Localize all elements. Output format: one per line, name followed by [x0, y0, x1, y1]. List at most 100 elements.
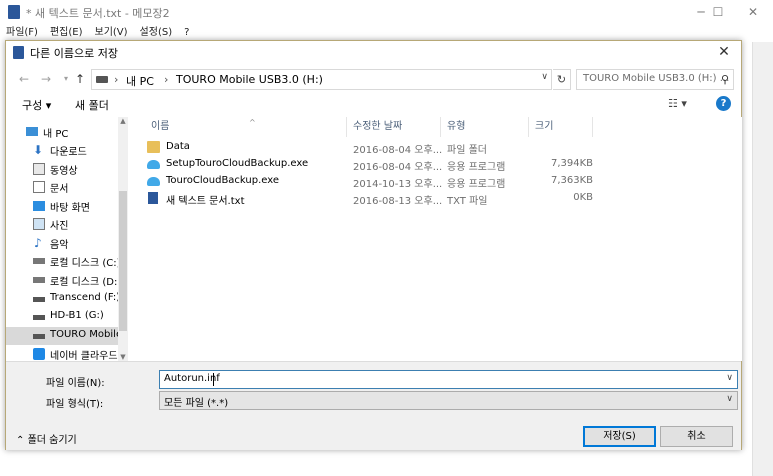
drive-icon [33, 258, 45, 264]
search-placeholder: TOURO Mobile USB3.0 (H:) ... [583, 73, 730, 84]
scroll-down-icon[interactable]: ▼ [118, 353, 128, 361]
text-file-icon [148, 192, 158, 204]
file-size: 7,394KB [550, 158, 593, 169]
desktop-icon [33, 201, 45, 211]
filetype-value: 모든 파일 (*.*) [164, 398, 229, 409]
cloud-app-icon [147, 177, 160, 186]
breadcrumb-drive[interactable]: TOURO Mobile USB3.0 (H:) [176, 73, 323, 86]
nav-item-videos[interactable]: 동영상 [6, 160, 118, 178]
sort-ascending-icon: ^ [249, 118, 256, 127]
music-icon: ♪ [34, 236, 42, 250]
search-icon: ⚲ [720, 73, 729, 86]
help-button[interactable]: ? [716, 96, 731, 111]
cloud-icon [33, 348, 45, 360]
command-bar: 구성 ▾ 새 폴더 ☷ ▾ ? [6, 93, 741, 117]
file-row[interactable]: 새 텍스트 문서.txt 2016-08-13 오후... TXT 파일 0KB [135, 190, 595, 207]
dialog-close-button[interactable]: ✕ [711, 42, 737, 62]
scroll-thumb[interactable] [119, 191, 127, 331]
nav-label: 내 PC [43, 129, 69, 140]
maximize-icon[interactable]: ☐ [703, 2, 733, 22]
save-button[interactable]: 저장(S) [583, 426, 656, 447]
nav-item-hd-b1[interactable]: HD-B1 (G:) [6, 308, 118, 326]
new-folder-button[interactable]: 새 폴더 [75, 97, 109, 113]
file-type: TXT 파일 [447, 196, 488, 207]
nav-label: Transcend (F:) [50, 292, 121, 303]
nav-item-music[interactable]: ♪ 음악 [6, 234, 118, 252]
document-icon [33, 181, 45, 193]
nav-item-local-disk-c[interactable]: 로컬 디스크 (C:) [6, 252, 121, 270]
breadcrumb-this-pc[interactable]: 내 PC [126, 73, 154, 89]
address-bar[interactable]: › 내 PC › TOURO Mobile USB3.0 (H:) ∨ [91, 69, 552, 90]
picture-icon [33, 218, 45, 230]
nav-item-this-pc[interactable]: 내 PC [6, 123, 118, 141]
back-arrow-icon[interactable]: ← [16, 71, 32, 87]
nav-label: 동영상 [50, 166, 78, 177]
organize-button[interactable]: 구성 ▾ [22, 97, 51, 113]
file-size: 7,363KB [550, 175, 593, 186]
filetype-select[interactable]: 모든 파일 (*.*) ∨ [159, 391, 738, 410]
file-row[interactable]: TouroCloudBackup.exe 2014-10-13 오후... 응용… [135, 173, 595, 190]
pc-icon [26, 127, 38, 136]
notepad-title: * 새 텍스트 문서.txt - 메모장2 [26, 7, 170, 20]
file-type: 응용 프로그램 [447, 162, 506, 173]
breadcrumb-separator-icon: › [164, 73, 169, 86]
filename-value: Autorun.inf [164, 373, 220, 384]
nav-item-desktop[interactable]: 바탕 화면 [6, 197, 118, 215]
usb-drive-icon [33, 297, 45, 302]
file-name: TouroCloudBackup.exe [166, 175, 280, 186]
chevron-down-icon[interactable]: ∨ [726, 373, 733, 383]
file-row[interactable]: Data 2016-08-04 오후... 파일 폴더 [135, 139, 595, 156]
file-date: 2016-08-04 오후... [353, 162, 443, 173]
address-row: ← → ▾ ↑ › 내 PC › TOURO Mobile USB3.0 (H:… [6, 65, 741, 93]
up-arrow-icon[interactable]: ↑ [72, 71, 88, 87]
hide-folders-toggle[interactable]: ⌃ 폴더 숨기기 [16, 431, 77, 446]
filetype-label: 파일 형식(T): [46, 399, 104, 410]
nav-scrollbar[interactable]: ▲ ▼ [118, 117, 128, 361]
scroll-up-icon[interactable]: ▲ [118, 117, 128, 125]
save-options-panel: 파일 이름(N): Autorun.inf ∨ 파일 형식(T): 모든 파일 … [6, 361, 741, 450]
nav-item-transcend[interactable]: Transcend (F:) [6, 290, 121, 308]
notepad-scrollbar[interactable] [752, 42, 773, 476]
nav-item-pictures[interactable]: 사진 [6, 215, 118, 233]
column-header-size[interactable]: 크기 [529, 117, 593, 137]
nav-label: 사진 [50, 221, 69, 232]
nav-item-naver-cloud[interactable]: 네이버 클라우드 [6, 345, 118, 361]
file-row[interactable]: SetupTouroCloudBackup.exe 2016-08-04 오후.… [135, 156, 595, 173]
drive-icon [96, 76, 108, 83]
nav-item-touro-mobile[interactable]: TOURO Mobile U [6, 327, 128, 345]
nav-item-local-disk-d[interactable]: 로컬 디스크 (D:) [6, 271, 122, 289]
file-name: Data [166, 141, 190, 152]
usb-drive-icon [33, 334, 45, 339]
forward-arrow-icon[interactable]: → [38, 71, 54, 87]
nav-item-downloads[interactable]: ⬇ 다운로드 [6, 141, 118, 159]
notepad-title-bar: * 새 텍스트 문서.txt - 메모장2 ─ ☐ ✕ [0, 0, 773, 24]
file-date: 2016-08-13 오후... [353, 196, 443, 207]
nav-label: 로컬 디스크 (C:) [50, 258, 121, 269]
view-options-icon[interactable]: ☷ ▾ [668, 97, 687, 110]
chevron-up-icon: ⌃ [16, 435, 25, 446]
drive-icon [33, 277, 45, 283]
file-type: 응용 프로그램 [447, 179, 506, 190]
video-icon [33, 163, 45, 175]
dialog-title-bar: 다른 이름으로 저장 ✕ [6, 41, 741, 64]
nav-label: 네이버 클라우드 [50, 351, 118, 361]
nav-label: 다운로드 [50, 147, 87, 158]
column-header-type[interactable]: 유형 [441, 117, 529, 137]
nav-label: 로컬 디스크 (D:) [50, 277, 122, 288]
nav-item-documents[interactable]: 문서 [6, 178, 118, 196]
close-icon[interactable]: ✕ [738, 2, 768, 22]
refresh-button[interactable]: ↻ [553, 69, 571, 90]
column-header-name[interactable]: 이름 ^ [145, 117, 347, 137]
cancel-button[interactable]: 취소 [660, 426, 733, 447]
chevron-down-icon[interactable]: ∨ [726, 394, 733, 404]
text-caret [213, 373, 214, 386]
file-name: 새 텍스트 문서.txt [166, 196, 245, 207]
hide-folders-label: 폴더 숨기기 [27, 435, 77, 446]
filename-input[interactable]: Autorun.inf ∨ [159, 370, 738, 389]
chevron-down-icon[interactable]: ∨ [541, 72, 548, 82]
column-header-date[interactable]: 수정한 날짜 [347, 117, 441, 137]
search-input[interactable]: TOURO Mobile USB3.0 (H:) ... ⚲ [576, 69, 734, 90]
usb-drive-icon [33, 315, 45, 320]
download-icon: ⬇ [33, 143, 44, 157]
notepad-app-icon [8, 5, 20, 19]
